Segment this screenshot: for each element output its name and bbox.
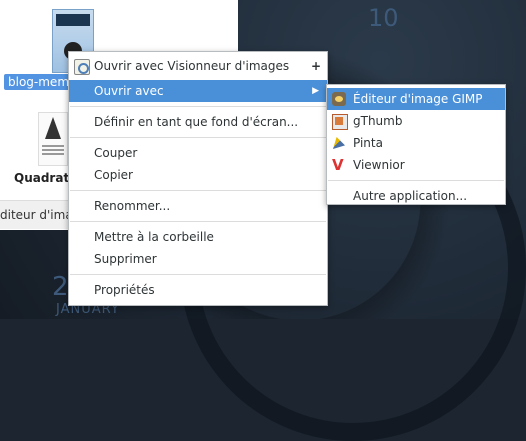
submenu-item-gthumb[interactable]: gThumb [327,110,505,132]
menu-item-set-wallpaper[interactable]: Définir en tant que fond d'écran... [69,111,327,133]
menu-item-label: Viewnior [353,158,405,172]
menu-item-label: Autre application... [353,189,468,203]
menu-item-open-with[interactable]: Ouvrir avec ▶ [69,80,327,102]
thumbnail-text-lines [42,145,64,157]
menu-item-label: Éditeur d'image GIMP [353,92,483,106]
menu-item-label: Couper [94,146,138,160]
menu-separator [70,190,326,191]
menu-item-label: Supprimer [94,252,157,266]
menu-separator [70,221,326,222]
submenu-item-other-application[interactable]: Autre application... [327,185,505,207]
menu-item-label: Mettre à la corbeille [94,230,214,244]
menu-separator [328,180,504,181]
menu-item-open-with-image-viewer[interactable]: Ouvrir avec Visionneur d'images + [69,55,327,77]
file-thumbnail-quadrature[interactable] [38,112,68,166]
menu-item-label: Ouvrir avec [94,84,164,98]
menu-item-properties[interactable]: Propriétés [69,279,327,301]
thumbnail-figure [45,117,61,139]
submenu-item-viewnior[interactable]: V Viewnior [327,154,505,176]
wallpaper-number: 10 [368,4,399,32]
menu-item-label: Ouvrir avec Visionneur d'images [94,59,290,73]
menu-item-copy[interactable]: Copier [69,164,327,186]
viewnior-icon: V [332,156,344,174]
menu-item-rename[interactable]: Renommer... [69,195,327,217]
menu-item-label: Copier [94,168,133,182]
menu-item-label: Renommer... [94,199,171,213]
menu-item-delete[interactable]: Supprimer [69,248,327,270]
menu-item-label: Propriétés [94,283,155,297]
submenu-item-gimp[interactable]: Éditeur d'image GIMP [327,88,505,110]
context-menu: Ouvrir avec Visionneur d'images + Ouvrir… [68,51,328,306]
menu-item-move-to-trash[interactable]: Mettre à la corbeille [69,226,327,248]
menu-item-label: Définir en tant que fond d'écran... [94,115,299,129]
thumbnail-banner [56,14,90,26]
menu-separator [70,137,326,138]
menu-separator [70,106,326,107]
gthumb-icon [332,114,348,130]
menu-item-label: Pinta [353,136,383,150]
pinta-icon [332,136,346,150]
wallpaper-day: 2 [52,272,69,302]
image-viewer-icon [74,59,90,75]
submenu-item-pinta[interactable]: Pinta [327,132,505,154]
menu-separator [70,274,326,275]
menu-item-label: gThumb [353,114,403,128]
chevron-right-icon: ▶ [312,86,319,96]
gimp-icon [332,92,346,106]
plus-icon: + [310,59,321,73]
menu-item-cut[interactable]: Couper [69,142,327,164]
open-with-submenu: Éditeur d'image GIMP gThumb Pinta V View… [326,84,506,205]
